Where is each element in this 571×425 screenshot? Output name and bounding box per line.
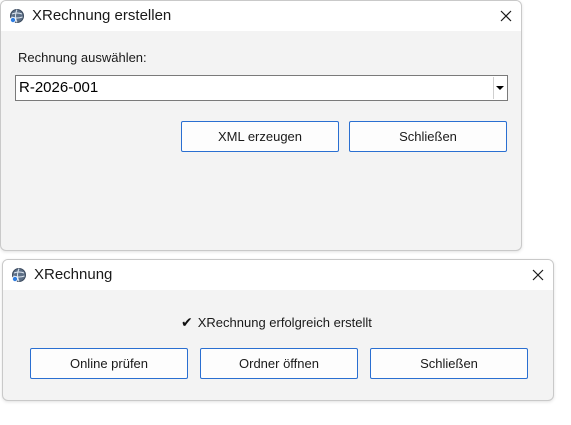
dialog-titlebar: XRechnung erstellen — [1, 1, 521, 31]
close-icon — [500, 10, 512, 22]
close-button[interactable] — [523, 260, 553, 290]
invoice-select[interactable]: R-2026-001 — [15, 75, 508, 101]
dialog-titlebar: XRechnung — [3, 260, 553, 290]
app-globe-icon — [9, 8, 25, 24]
close-dialog-button[interactable]: Schließen — [349, 121, 507, 152]
open-folder-button[interactable]: Ordner öffnen — [200, 348, 358, 379]
generate-xml-button[interactable]: XML erzeugen — [181, 121, 339, 152]
xrechnung-erstellen-dialog: XRechnung erstellen Rechnung auswählen: … — [0, 0, 522, 251]
xrechnung-result-dialog: XRechnung ✔ XRechnung erfolgreich erstel… — [2, 259, 554, 401]
close-button[interactable] — [491, 1, 521, 31]
select-invoice-label: Rechnung auswählen: — [18, 50, 147, 65]
success-message-text: XRechnung erfolgreich erstellt — [197, 315, 372, 330]
dialog-title: XRechnung erstellen — [32, 7, 172, 24]
close-icon — [532, 269, 544, 281]
close-dialog-button[interactable]: Schließen — [370, 348, 528, 379]
app-globe-icon — [11, 267, 27, 283]
success-message: ✔ XRechnung erfolgreich erstellt — [181, 314, 372, 331]
invoice-select-value: R-2026-001 — [19, 79, 99, 96]
checkmark-icon: ✔ — [181, 314, 193, 330]
dialog-title: XRechnung — [34, 266, 113, 283]
dropdown-arrow-icon[interactable] — [493, 77, 506, 99]
validate-online-button[interactable]: Online prüfen — [30, 348, 188, 379]
